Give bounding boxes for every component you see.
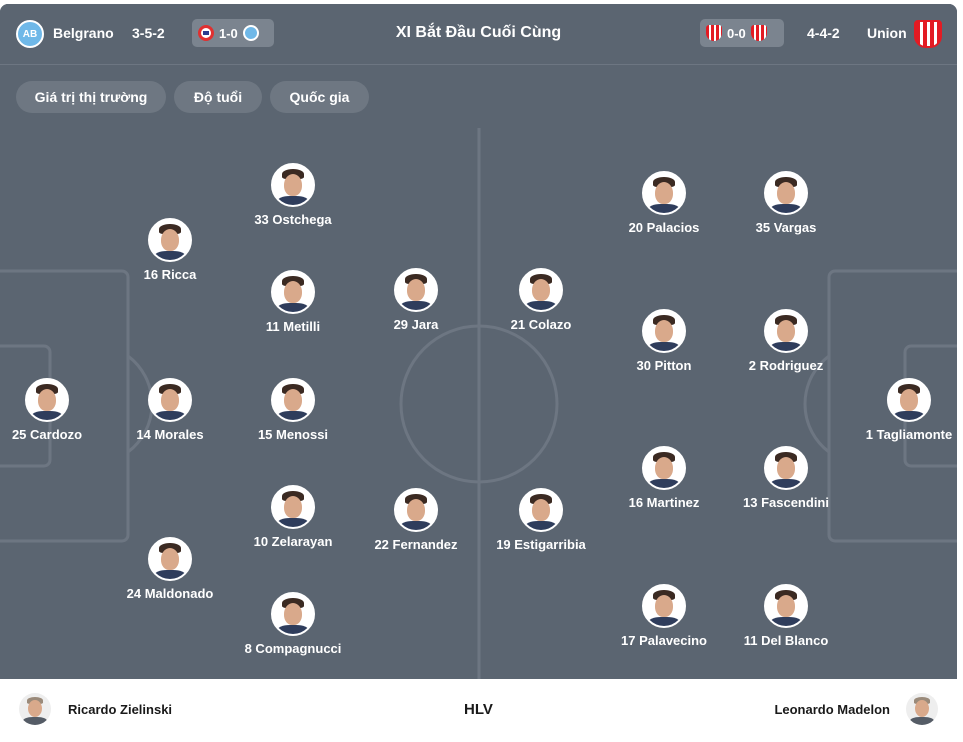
player-name: 11 Metilli: [265, 319, 321, 334]
away-coach-name[interactable]: Leonardo Madelon: [774, 702, 890, 717]
player-name: 15 Menossi: [257, 427, 329, 442]
away-last-score: 0-0: [727, 25, 746, 41]
player-name: 22 Fernandez: [374, 537, 458, 552]
player-avatar: [642, 446, 686, 490]
player-away-martinez[interactable]: 16 Martinez: [594, 446, 734, 510]
pitch: 25 Cardozo 16 Ricca 14 Morales 24 Maldon…: [0, 128, 957, 679]
away-team-name[interactable]: Union: [867, 25, 907, 41]
player-home-jara[interactable]: 29 Jara: [346, 268, 486, 332]
player-name: 10 Zelarayan: [253, 534, 333, 549]
player-home-ricca[interactable]: 16 Ricca: [100, 218, 240, 282]
player-away-fascendini[interactable]: 13 Fascendini: [716, 446, 856, 510]
player-name: 29 Jara: [393, 317, 439, 332]
player-avatar: [642, 309, 686, 353]
player-avatar: [25, 378, 69, 422]
player-home-maldonado[interactable]: 24 Maldonado: [100, 537, 240, 601]
player-name: 2 Rodriguez: [748, 358, 824, 373]
player-avatar: [764, 446, 808, 490]
player-home-morales[interactable]: 14 Morales: [100, 378, 240, 442]
player-name: 24 Maldonado: [126, 586, 214, 601]
player-avatar: [148, 537, 192, 581]
player-name: 19 Estigarribia: [496, 537, 586, 552]
player-name: 13 Fascendini: [743, 495, 829, 510]
page-scrollbar[interactable]: [957, 0, 963, 742]
player-away-rodriguez[interactable]: 2 Rodriguez: [716, 309, 856, 373]
player-home-fernandez[interactable]: 22 Fernandez: [346, 488, 486, 552]
player-avatar: [148, 218, 192, 262]
player-name: 21 Colazo: [510, 317, 572, 332]
player-avatar: [642, 171, 686, 215]
player-home-ostchega[interactable]: 33 Ostchega: [223, 163, 363, 227]
player-name: 8 Compagnucci: [244, 641, 342, 656]
union-logo-icon[interactable]: [914, 20, 942, 48]
player-avatar: [764, 309, 808, 353]
player-name: 16 Martinez: [628, 495, 700, 510]
player-name: 20 Palacios: [628, 220, 700, 235]
player-home-zelarayan[interactable]: 10 Zelarayan: [223, 485, 363, 549]
player-avatar: [271, 163, 315, 207]
lineup-header: AB Belgrano 3-5-2 1-0 XI Bắt Đầu Cuối Cù…: [0, 4, 957, 65]
player-name: 17 Palavecino: [621, 633, 707, 648]
coach-bar: Ricardo Zielinski HLV Leonardo Madelon: [0, 679, 957, 742]
filter-country[interactable]: Quốc gia: [270, 81, 369, 113]
lineup-card: AB Belgrano 3-5-2 1-0 XI Bắt Đầu Cuối Cù…: [0, 4, 957, 742]
away-last-match-score[interactable]: 0-0: [700, 19, 784, 47]
player-name: 14 Morales: [136, 427, 204, 442]
player-avatar: [764, 171, 808, 215]
away-coach-avatar[interactable]: [906, 693, 938, 725]
player-avatar: [271, 270, 315, 314]
player-avatar: [764, 584, 808, 628]
player-avatar: [519, 488, 563, 532]
player-avatar: [394, 488, 438, 532]
player-avatar: [148, 378, 192, 422]
player-home-compagnucci[interactable]: 8 Compagnucci: [223, 592, 363, 656]
player-name: 30 Pitton: [636, 358, 692, 373]
player-away-palacios[interactable]: 20 Palacios: [594, 171, 734, 235]
player-away-estigarribia[interactable]: 19 Estigarribia: [471, 488, 611, 552]
filter-market-value[interactable]: Giá trị thị trường: [16, 81, 166, 113]
player-name: 35 Vargas: [755, 220, 817, 235]
player-away-colazo[interactable]: 21 Colazo: [471, 268, 611, 332]
union-mini-logo-icon: [750, 25, 767, 41]
player-name: 33 Ostchega: [254, 212, 332, 227]
player-away-vargas[interactable]: 35 Vargas: [716, 171, 856, 235]
player-away-pitton[interactable]: 30 Pitton: [594, 309, 734, 373]
player-away-del-blanco[interactable]: 11 Del Blanco: [716, 584, 856, 648]
union-mini-logo-icon: [706, 25, 722, 41]
player-avatar: [271, 592, 315, 636]
player-avatar: [887, 378, 931, 422]
player-avatar: [394, 268, 438, 312]
player-name: 1 Tagliamonte: [865, 427, 953, 442]
player-away-palavecino[interactable]: 17 Palavecino: [594, 584, 734, 648]
player-name: 16 Ricca: [143, 267, 197, 282]
filter-bar: Giá trị thị trường Độ tuổi Quốc gia: [0, 65, 957, 128]
player-name: 11 Del Blanco: [743, 633, 829, 648]
player-avatar: [519, 268, 563, 312]
away-formation: 4-4-2: [807, 25, 840, 41]
player-avatar: [271, 378, 315, 422]
filter-age[interactable]: Độ tuổi: [174, 81, 262, 113]
player-avatar: [271, 485, 315, 529]
player-avatar: [642, 584, 686, 628]
player-away-tagliamonte[interactable]: 1 Tagliamonte: [839, 378, 957, 442]
player-home-menossi[interactable]: 15 Menossi: [223, 378, 363, 442]
player-home-metilli[interactable]: 11 Metilli: [223, 270, 363, 334]
